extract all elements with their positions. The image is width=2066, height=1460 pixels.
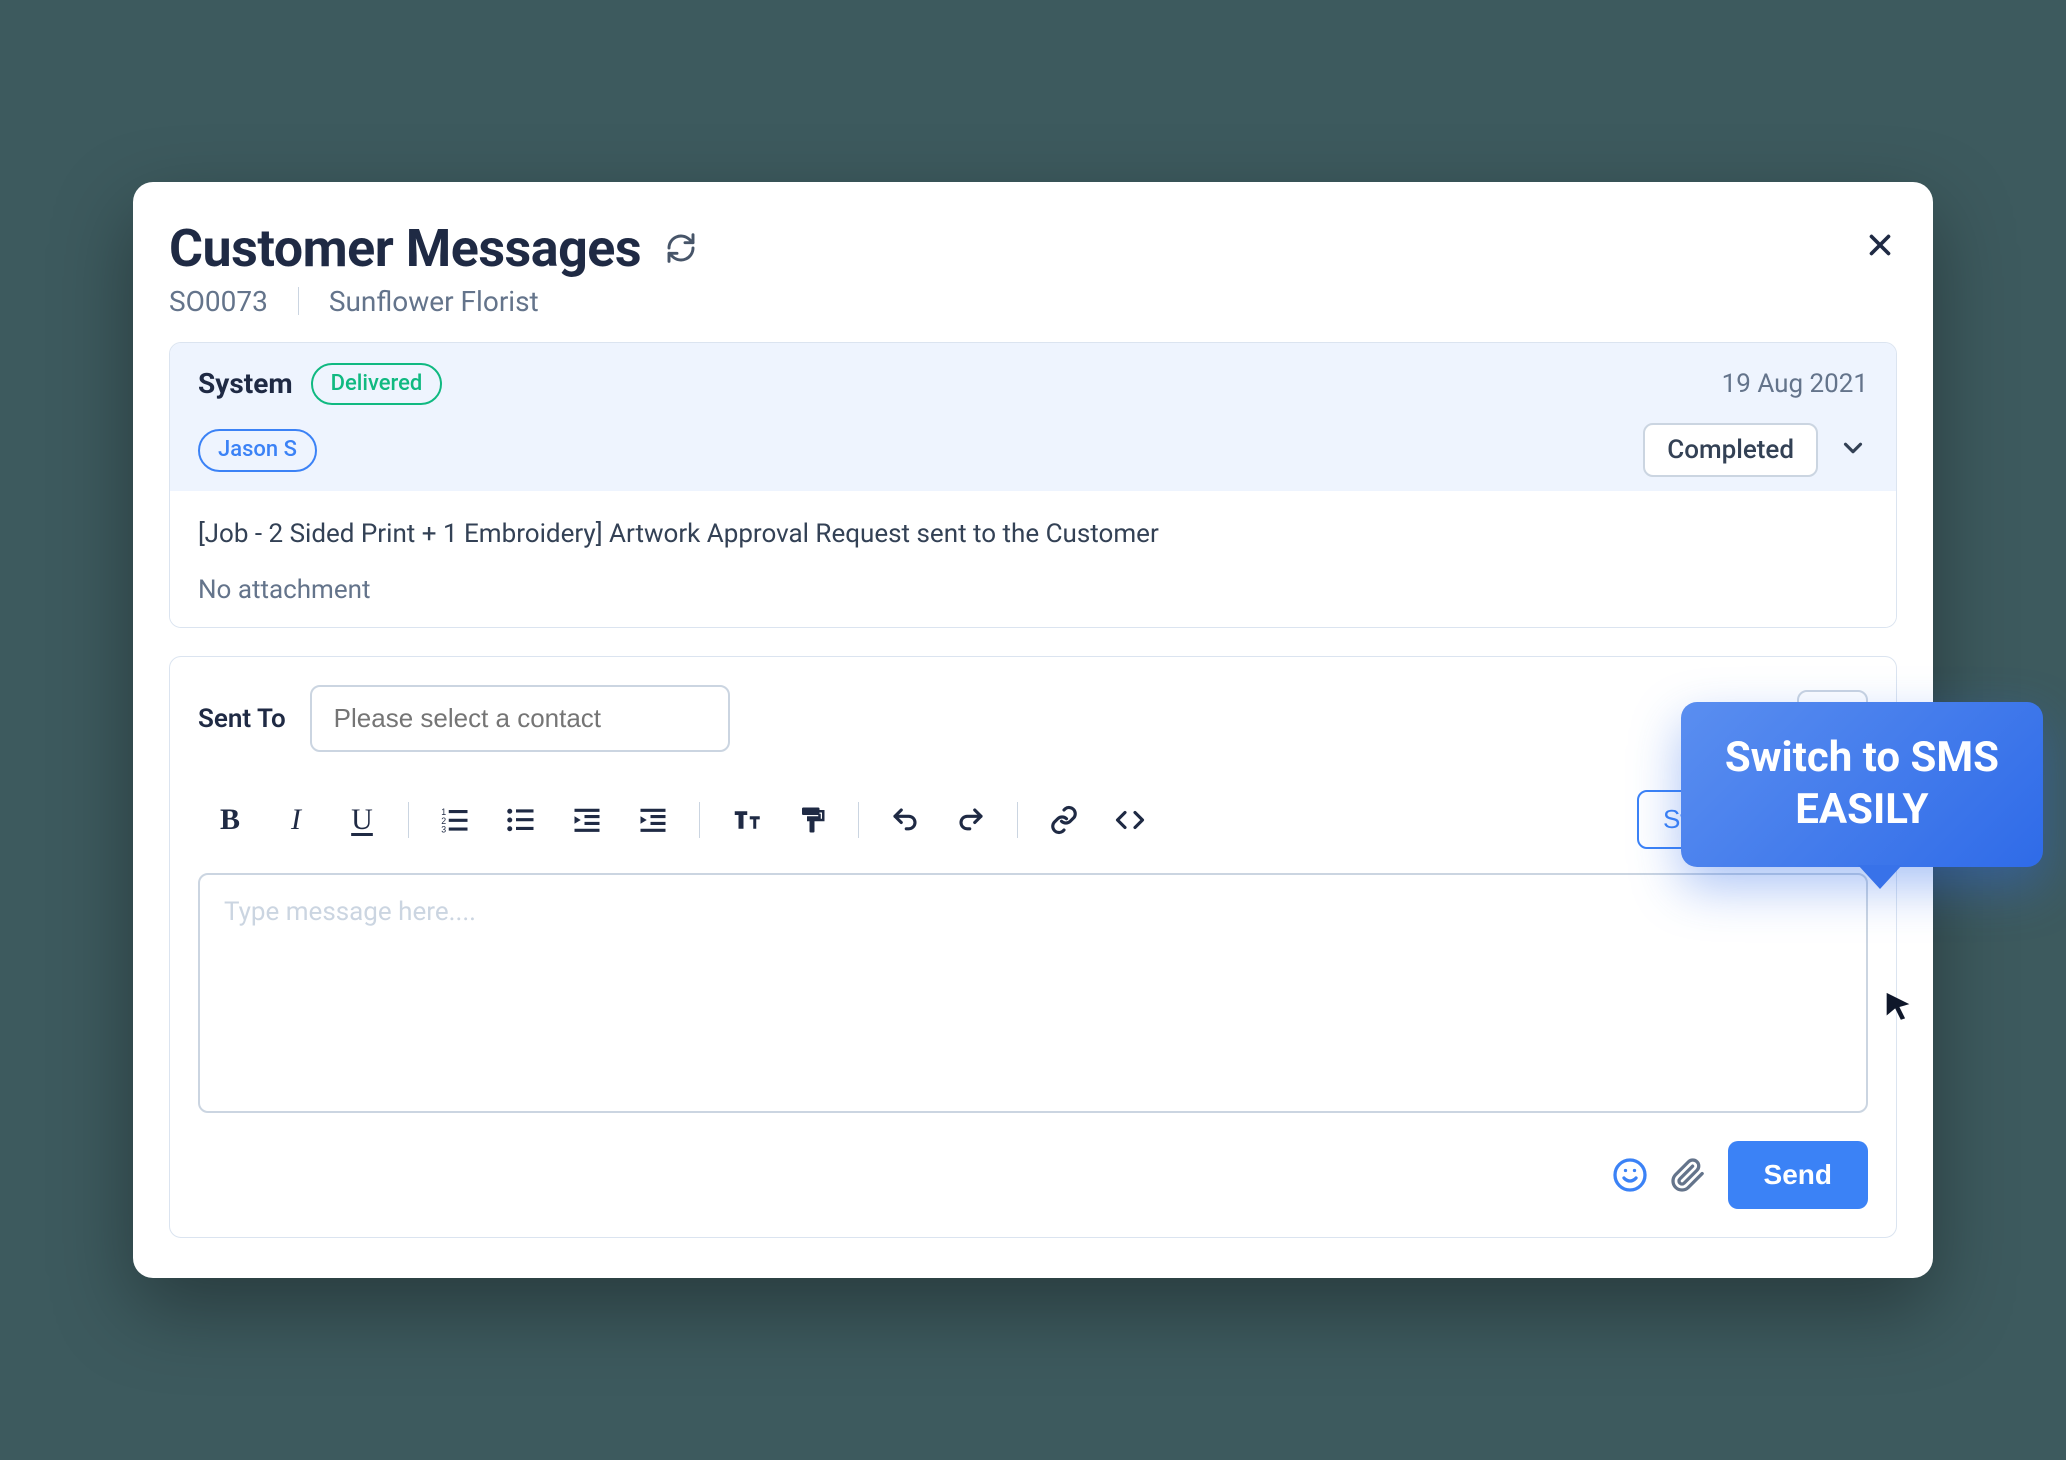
close-icon xyxy=(1863,228,1897,262)
recipient-badge[interactable]: Jason S xyxy=(198,429,317,472)
divider xyxy=(298,287,299,315)
ordered-list-icon: 123 xyxy=(440,805,470,835)
status-select[interactable]: Completed xyxy=(1643,423,1818,477)
bold-button[interactable]: B xyxy=(208,798,252,842)
redo-button[interactable] xyxy=(949,798,993,842)
editor-placeholder: Type message here.... xyxy=(224,897,476,927)
compose-panel: Sent To M B I U 123 xyxy=(169,656,1897,1238)
contact-select[interactable] xyxy=(310,685,730,752)
undo-button[interactable] xyxy=(883,798,927,842)
unordered-list-button[interactable] xyxy=(499,798,543,842)
refresh-icon xyxy=(665,232,697,264)
message-source: System xyxy=(198,367,293,400)
message-body: [Job - 2 Sided Print + 1 Embroidery] Art… xyxy=(170,491,1896,627)
header-left: Customer Messages xyxy=(169,218,697,279)
underline-button[interactable]: U xyxy=(340,798,384,842)
message-editor[interactable]: Type message here.... xyxy=(198,873,1868,1113)
font-size-button[interactable] xyxy=(724,798,768,842)
outdent-icon xyxy=(572,805,602,835)
message-card: System Delivered 19 Aug 2021 Jason S Com… xyxy=(169,342,1897,629)
modal-header: Customer Messages xyxy=(169,218,1897,279)
customer-name: Sunflower Florist xyxy=(329,285,539,318)
message-header: System Delivered 19 Aug 2021 Jason S Com… xyxy=(170,343,1896,492)
svg-text:3: 3 xyxy=(441,824,446,834)
outdent-button[interactable] xyxy=(565,798,609,842)
callout-tooltip: Switch to SMS EASILY xyxy=(1681,702,2043,867)
callout-line-2: EASILY xyxy=(1725,784,1999,837)
callout-line-1: Switch to SMS xyxy=(1725,732,1999,785)
toolbar-divider xyxy=(408,802,409,838)
redo-icon xyxy=(956,805,986,835)
code-button[interactable] xyxy=(1108,798,1152,842)
toolbar-divider xyxy=(1017,802,1018,838)
close-button[interactable] xyxy=(1863,228,1897,269)
code-icon xyxy=(1115,805,1145,835)
message-row-2: Jason S Completed xyxy=(198,423,1868,477)
sent-to-label: Sent To xyxy=(198,704,286,734)
page-title: Customer Messages xyxy=(169,218,641,279)
message-row-1: System Delivered 19 Aug 2021 xyxy=(198,363,1868,406)
message-attachment: No attachment xyxy=(198,575,1868,605)
indent-button[interactable] xyxy=(631,798,675,842)
indent-icon xyxy=(638,805,668,835)
sub-header: SO0073 Sunflower Florist xyxy=(169,285,1897,318)
compose-footer: Send xyxy=(198,1141,1868,1209)
format-paint-button[interactable] xyxy=(790,798,834,842)
message-left: System Delivered xyxy=(198,363,442,406)
compose-header: Sent To M xyxy=(198,685,1868,752)
ordered-list-button[interactable]: 123 xyxy=(433,798,477,842)
order-id: SO0073 xyxy=(169,285,268,318)
italic-button[interactable]: I xyxy=(274,798,318,842)
delivery-status-badge: Delivered xyxy=(311,363,443,406)
paint-roller-icon xyxy=(797,805,827,835)
link-icon xyxy=(1049,805,1079,835)
status-group: Completed xyxy=(1643,423,1868,477)
undo-icon xyxy=(890,805,920,835)
send-button[interactable]: Send xyxy=(1728,1141,1868,1209)
smile-icon xyxy=(1612,1157,1648,1193)
chevron-down-icon[interactable] xyxy=(1838,433,1868,467)
font-size-icon xyxy=(731,805,761,835)
compose-left: Sent To xyxy=(198,685,730,752)
toolbar-divider xyxy=(699,802,700,838)
unordered-list-icon xyxy=(506,805,536,835)
toolbar-divider xyxy=(858,802,859,838)
paperclip-icon xyxy=(1670,1157,1706,1193)
link-button[interactable] xyxy=(1042,798,1086,842)
message-text: [Job - 2 Sided Print + 1 Embroidery] Art… xyxy=(198,519,1868,549)
refresh-button[interactable] xyxy=(665,232,697,264)
attachment-button[interactable] xyxy=(1670,1157,1706,1193)
customer-messages-modal: Customer Messages SO0073 Sunflower Flori… xyxy=(133,182,1933,1279)
message-date: 19 Aug 2021 xyxy=(1722,369,1868,399)
emoji-button[interactable] xyxy=(1612,1157,1648,1193)
editor-toolbar: B I U 123 xyxy=(198,776,1868,863)
